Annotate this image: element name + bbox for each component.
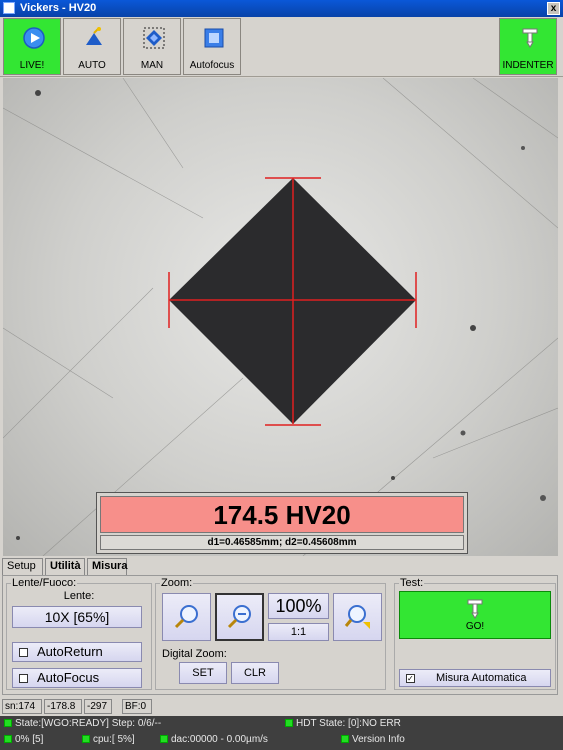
state-text: State:[WGO:READY] Step: 0/6/-- [15,718,162,729]
digital-zoom-label: Digital Zoom: [162,648,227,660]
live-label: LIVE! [19,60,45,71]
autofocus-button[interactable]: Autofocus [183,18,241,75]
digital-zoom-set-button[interactable]: SET [179,662,227,684]
satellite-icon [86,27,102,45]
tab-misura[interactable]: Misura [87,558,127,575]
auto-measure-label: Misura Automatica [436,672,527,684]
tab-setup[interactable]: Setup [2,558,43,576]
window-title: Vickers - HV20 [20,2,97,14]
go-label: GO! [465,621,485,632]
hardness-value: 174.5 HV20 [100,496,464,533]
setup-panel: Lente/Fuoco: Lente: 10X [65%] AutoReturn… [2,575,558,695]
magnifier-minus-icon [227,605,251,629]
autoreturn-label: AutoReturn [37,644,103,659]
x-position: -178.8 [44,699,82,714]
app-icon [3,2,15,14]
zoom-one-to-one-button[interactable]: 1:1 [268,623,329,641]
man-button[interactable]: MAN [123,18,181,75]
info-bar: State:[WGO:READY] Step: 0/6/-- HDT State… [0,716,563,750]
digital-zoom-clr-button[interactable]: CLR [231,662,279,684]
man-label: MAN [140,60,164,71]
diagonals-value: d1=0.46585mm; d2=0.45608mm [100,535,464,550]
indenter-icon [467,599,483,619]
manual-diamond-icon [143,27,165,49]
version-info-link[interactable]: Version Info [352,734,405,745]
autofocus-toggle-label: AutoFocus [37,670,100,685]
y-position: -297 [84,699,112,714]
zoom-in-button[interactable] [162,593,211,641]
bf-value: BF:0 [122,699,152,714]
lens-select-button[interactable]: 10X [65%] [12,606,142,628]
zoom-group: Zoom: 100% 1:1 Digital Zoom: SET CLR [155,577,386,690]
indenter-label: INDENTER [502,60,554,71]
lens-group-label: Lente/Fuoco: [11,577,78,589]
zoom-out-button[interactable] [215,593,264,641]
dac-led-icon [160,735,168,743]
autoreturn-checkbox[interactable] [19,648,28,657]
autofocus-label: Autofocus [189,60,235,71]
progress-led-icon [4,735,12,743]
indenter-button[interactable]: INDENTER [499,18,557,75]
auto-button[interactable]: AUTO [63,18,121,75]
serial-number: sn:174 [2,699,42,714]
position-status-bar: sn:174 -178.8 -297 BF:0 [2,699,558,715]
progress-text: 0% [5] [15,734,44,745]
specimen-image [3,78,558,556]
test-group: Test: GO! ✓ Misura Automatica [394,577,556,690]
dac-text: dac:00000 - 0.00µm/s [171,734,268,745]
lens-label: Lente: [63,590,95,602]
zoom-fit-button[interactable] [333,593,382,641]
zoom-percent-display: 100% [268,593,329,619]
hdt-state-text: HDT State: [0]:NO ERR [296,718,401,729]
focus-square-icon [204,28,224,48]
indenter-icon [522,28,538,48]
result-panel: 174.5 HV20 d1=0.46585mm; d2=0.45608mm [96,492,468,554]
lens-group: Lente/Fuoco: Lente: 10X [65%] AutoReturn… [6,577,152,690]
state-led-icon [4,719,12,727]
toolbar: LIVE! AUTO MAN Autofocus INDENTER [0,17,563,77]
tab-utilita[interactable]: Utilità [45,558,85,575]
autofocus-checkbox[interactable] [19,674,28,683]
hdt-led-icon [285,719,293,727]
magnifier-plus-icon [174,605,198,629]
autofocus-toggle[interactable]: AutoFocus [12,668,142,688]
cpu-text: cpu:[ 5%] [93,734,135,745]
auto-measure-checkbox[interactable]: ✓ [406,674,415,683]
play-icon [23,27,45,49]
cpu-led-icon [82,735,90,743]
version-led-icon [341,735,349,743]
zoom-group-label: Zoom: [160,577,194,589]
autoreturn-toggle[interactable]: AutoReturn [12,642,142,662]
auto-label: AUTO [78,60,106,71]
auto-measure-toggle[interactable]: ✓ Misura Automatica [399,669,551,687]
magnifier-fit-icon [344,605,370,629]
go-button[interactable]: GO! [399,591,551,639]
microscope-view[interactable] [3,78,558,556]
close-button[interactable]: x [547,2,560,15]
title-bar: Vickers - HV20 x [0,0,563,17]
live-button[interactable]: LIVE! [3,18,61,75]
test-group-label: Test: [399,577,425,589]
